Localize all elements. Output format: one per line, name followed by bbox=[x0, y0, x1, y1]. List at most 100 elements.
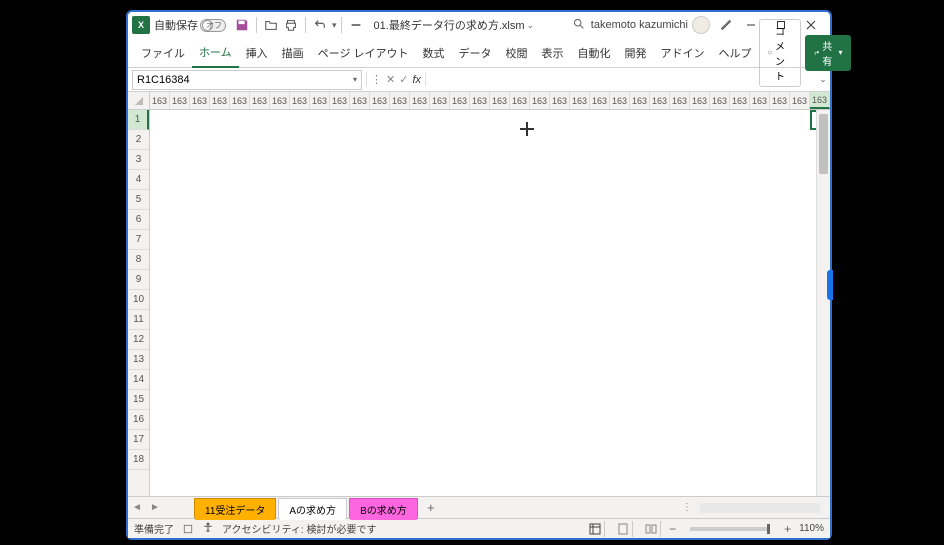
row-header[interactable]: 17 bbox=[128, 430, 149, 450]
sheet-nav-next-icon[interactable]: ► bbox=[146, 502, 164, 513]
insert-function-icon[interactable]: fx bbox=[412, 74, 421, 86]
quick-print-icon[interactable] bbox=[281, 15, 301, 35]
column-header[interactable]: 163 bbox=[210, 92, 230, 109]
undo-icon[interactable] bbox=[310, 15, 330, 35]
column-header[interactable]: 163 bbox=[190, 92, 210, 109]
autosave-toggle[interactable]: オフ bbox=[200, 19, 226, 32]
tab-developer[interactable]: 開発 bbox=[618, 39, 654, 67]
row-header[interactable]: 1 bbox=[128, 110, 149, 130]
save-icon[interactable] bbox=[232, 15, 252, 35]
tab-data[interactable]: データ bbox=[452, 39, 499, 67]
row-header[interactable]: 15 bbox=[128, 390, 149, 410]
column-header[interactable]: 163 bbox=[570, 92, 590, 109]
open-icon[interactable] bbox=[261, 15, 281, 35]
accessibility-status[interactable]: アクセシビリティ: 検討が必要です bbox=[222, 521, 376, 536]
column-header[interactable]: 163 bbox=[790, 92, 810, 109]
column-header[interactable]: 163 bbox=[810, 92, 830, 109]
column-header[interactable]: 163 bbox=[590, 92, 610, 109]
select-all-corner[interactable] bbox=[128, 92, 150, 109]
column-header[interactable]: 163 bbox=[670, 92, 690, 109]
row-header[interactable]: 12 bbox=[128, 330, 149, 350]
formula-expand-icon[interactable]: ⌄ bbox=[816, 74, 830, 85]
zoom-out-button[interactable]: − bbox=[669, 522, 676, 536]
sheet-menu-icon[interactable]: ⋮ bbox=[674, 502, 700, 513]
add-sheet-button[interactable]: + bbox=[420, 500, 442, 515]
account-avatar[interactable] bbox=[692, 16, 710, 34]
column-header[interactable]: 163 bbox=[730, 92, 750, 109]
cancel-formula-icon[interactable]: ✕ bbox=[386, 73, 395, 86]
column-header[interactable]: 163 bbox=[250, 92, 270, 109]
more-icon[interactable]: ⋮ bbox=[371, 73, 382, 86]
column-header[interactable]: 163 bbox=[350, 92, 370, 109]
zoom-slider[interactable] bbox=[690, 527, 770, 531]
column-header[interactable]: 163 bbox=[410, 92, 430, 109]
tab-addins[interactable]: アドイン bbox=[654, 39, 712, 67]
name-box[interactable]: R1C16384 ▾ bbox=[132, 70, 362, 90]
column-header[interactable]: 163 bbox=[150, 92, 170, 109]
column-header[interactable]: 163 bbox=[530, 92, 550, 109]
column-header[interactable]: 163 bbox=[770, 92, 790, 109]
tab-review[interactable]: 校閲 bbox=[499, 39, 535, 67]
column-header[interactable]: 163 bbox=[690, 92, 710, 109]
column-header[interactable]: 163 bbox=[630, 92, 650, 109]
row-header[interactable]: 18 bbox=[128, 450, 149, 470]
search-icon[interactable] bbox=[572, 17, 585, 33]
tab-formulas[interactable]: 数式 bbox=[416, 39, 452, 67]
account-username[interactable]: takemoto kazumichi bbox=[591, 19, 688, 31]
vertical-scrollbar[interactable] bbox=[816, 110, 830, 496]
column-header[interactable]: 163 bbox=[510, 92, 530, 109]
column-header[interactable]: 163 bbox=[490, 92, 510, 109]
filename-dropdown-icon[interactable]: ⌄ bbox=[527, 20, 535, 31]
sheet-tab-2[interactable]: Aの求め方 bbox=[278, 498, 347, 520]
tab-file[interactable]: ファイル bbox=[134, 39, 192, 67]
tab-insert[interactable]: 挿入 bbox=[239, 39, 275, 67]
tab-help[interactable]: ヘルプ bbox=[712, 39, 759, 67]
row-header[interactable]: 6 bbox=[128, 210, 149, 230]
accessibility-icon[interactable] bbox=[202, 521, 214, 536]
tab-view[interactable]: 表示 bbox=[535, 39, 571, 67]
scrollbar-thumb[interactable] bbox=[819, 114, 828, 174]
column-header[interactable]: 163 bbox=[170, 92, 190, 109]
sheet-nav-prev-icon[interactable]: ◄ bbox=[128, 502, 146, 513]
page-break-view-icon[interactable] bbox=[641, 521, 661, 537]
column-header[interactable]: 163 bbox=[610, 92, 630, 109]
column-header[interactable]: 163 bbox=[710, 92, 730, 109]
horizontal-scrollbar[interactable] bbox=[700, 503, 820, 513]
column-header[interactable]: 163 bbox=[550, 92, 570, 109]
cells-area[interactable] bbox=[150, 110, 830, 496]
sheet-tab-3[interactable]: Bの求め方 bbox=[349, 498, 418, 520]
column-header[interactable]: 163 bbox=[470, 92, 490, 109]
column-header[interactable]: 163 bbox=[390, 92, 410, 109]
tab-automate[interactable]: 自動化 bbox=[571, 39, 618, 67]
row-header[interactable]: 5 bbox=[128, 190, 149, 210]
tab-draw[interactable]: 描画 bbox=[275, 39, 311, 67]
ribbon-mode-icon[interactable] bbox=[716, 15, 736, 35]
accept-formula-icon[interactable]: ✓ bbox=[399, 73, 408, 86]
page-layout-view-icon[interactable] bbox=[613, 521, 633, 537]
macro-record-icon[interactable] bbox=[182, 523, 194, 535]
row-header[interactable]: 2 bbox=[128, 130, 149, 150]
tab-page-layout[interactable]: ページ レイアウト bbox=[311, 39, 416, 67]
sheet-tab-1[interactable]: 11受注データ bbox=[194, 498, 276, 520]
formula-input[interactable] bbox=[426, 70, 816, 90]
column-header[interactable]: 163 bbox=[310, 92, 330, 109]
row-header[interactable]: 13 bbox=[128, 350, 149, 370]
undo-dropdown-icon[interactable]: ▾ bbox=[332, 20, 337, 31]
tab-home[interactable]: ホーム bbox=[192, 38, 239, 68]
column-header[interactable]: 163 bbox=[270, 92, 290, 109]
column-header[interactable]: 163 bbox=[290, 92, 310, 109]
row-header[interactable]: 9 bbox=[128, 270, 149, 290]
zoom-in-button[interactable]: + bbox=[784, 522, 791, 536]
row-header[interactable]: 14 bbox=[128, 370, 149, 390]
row-header[interactable]: 10 bbox=[128, 290, 149, 310]
column-header[interactable]: 163 bbox=[370, 92, 390, 109]
column-header[interactable]: 163 bbox=[230, 92, 250, 109]
qat-customize-icon[interactable] bbox=[346, 15, 366, 35]
row-header[interactable]: 4 bbox=[128, 170, 149, 190]
column-header[interactable]: 163 bbox=[430, 92, 450, 109]
row-header[interactable]: 8 bbox=[128, 250, 149, 270]
column-header[interactable]: 163 bbox=[650, 92, 670, 109]
filename[interactable]: 01.最終データ行の求め方.xlsm bbox=[374, 17, 525, 33]
row-header[interactable]: 3 bbox=[128, 150, 149, 170]
column-header[interactable]: 163 bbox=[750, 92, 770, 109]
